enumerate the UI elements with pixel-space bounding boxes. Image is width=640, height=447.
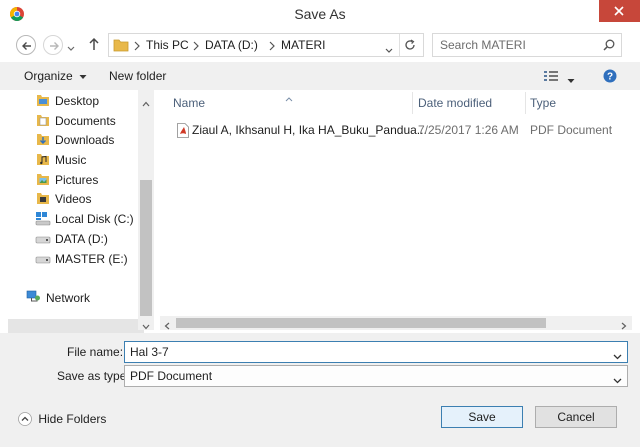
column-header-type[interactable]: Type	[530, 96, 556, 110]
chevron-right-icon	[193, 40, 199, 54]
documents-folder-icon	[36, 114, 50, 130]
column-header-name[interactable]: Name	[173, 96, 205, 110]
up-button[interactable]	[88, 37, 100, 54]
chevron-right-icon	[134, 40, 140, 54]
sort-ascending-icon	[285, 91, 293, 105]
save-button[interactable]: Save	[441, 406, 523, 428]
breadcrumb-this-pc[interactable]: This PC	[146, 38, 189, 52]
drive-icon	[35, 234, 51, 248]
pdf-file-icon	[177, 123, 189, 141]
sidebar-scroll-thumb[interactable]	[140, 180, 152, 316]
address-divider	[399, 34, 400, 56]
save-as-type-value: PDF Document	[130, 369, 213, 383]
file-list-scroll-thumb[interactable]	[176, 318, 546, 328]
hide-folders-label: Hide Folders	[38, 411, 107, 426]
file-name-label: File name:	[67, 345, 124, 359]
forward-button[interactable]	[43, 35, 63, 55]
file-name-field[interactable]: Hal 3-7	[124, 341, 628, 363]
view-dropdown-icon[interactable]	[567, 73, 575, 87]
close-button[interactable]	[599, 0, 640, 22]
arrow-right-icon	[50, 42, 59, 50]
arrow-left-icon	[22, 42, 31, 50]
organize-menu[interactable]: Organize	[24, 69, 87, 83]
sidebar-item-documents[interactable]: Documents	[55, 111, 116, 131]
search-icon[interactable]	[603, 39, 615, 54]
scroll-up-icon[interactable]	[142, 96, 150, 110]
help-icon[interactable]: ?	[603, 69, 617, 86]
desktop-folder-icon	[36, 94, 50, 110]
sidebar-item-videos[interactable]: Videos	[55, 189, 91, 209]
cancel-button[interactable]: Cancel	[535, 406, 617, 428]
close-icon	[614, 6, 624, 16]
music-folder-icon	[36, 153, 50, 169]
address-bar[interactable]: This PC DATA (D:) MATERI	[108, 33, 424, 57]
network-icon	[25, 290, 41, 307]
recent-locations-chevron-icon[interactable]	[67, 41, 75, 55]
sidebar-item-network[interactable]: Network	[46, 288, 90, 308]
new-folder-button[interactable]: New folder	[109, 69, 166, 83]
chevron-up-circle-icon	[18, 411, 32, 426]
sidebar-item-master-e[interactable]: MASTER (E:)	[55, 249, 128, 269]
organize-label: Organize	[24, 69, 73, 83]
folder-icon	[113, 38, 129, 55]
column-divider[interactable]	[412, 92, 413, 114]
save-as-type-dropdown-icon[interactable]	[613, 373, 622, 387]
file-name[interactable]: Ziaul A, Ikhsanul H, Ika HA_Buku_Pandua.…	[192, 123, 427, 137]
sidebar-item-pictures[interactable]: Pictures	[55, 170, 98, 190]
column-divider[interactable]	[525, 92, 526, 114]
sidebar-item-downloads[interactable]: Downloads	[55, 130, 114, 150]
pictures-folder-icon	[36, 173, 50, 189]
sidebar-item-data-d[interactable]: DATA (D:)	[55, 229, 108, 249]
sidebar-item-desktop[interactable]: Desktop	[55, 91, 99, 111]
view-options-icon[interactable]	[544, 70, 558, 85]
file-name-dropdown-icon[interactable]	[613, 349, 622, 363]
hide-folders-toggle[interactable]: Hide Folders	[18, 411, 106, 426]
search-box[interactable]: Search MATERI	[432, 33, 622, 57]
dropdown-arrow-icon	[79, 75, 87, 79]
save-as-type-label: Save as type:	[57, 369, 130, 383]
file-type: PDF Document	[530, 123, 613, 137]
save-as-type-select[interactable]: PDF Document	[124, 365, 628, 387]
sidebar-item-music[interactable]: Music	[55, 150, 86, 170]
table-row[interactable]: Ziaul A, Ikhsanul H, Ika HA_Buku_Pandua.…	[164, 120, 634, 140]
windows-drive-icon	[35, 212, 51, 229]
file-name-input[interactable]: Hal 3-7	[130, 345, 169, 359]
scroll-left-icon[interactable]	[164, 319, 170, 333]
arrow-up-icon	[89, 37, 99, 50]
save-form-panel: File name: Hal 3-7 Save as type: PDF Doc…	[0, 333, 640, 447]
svg-text:?: ?	[607, 72, 613, 83]
back-button[interactable]	[16, 35, 36, 55]
file-date: 7/25/2017 1:26 AM	[418, 123, 519, 137]
window-title: Save As	[294, 6, 346, 22]
search-input[interactable]: Search MATERI	[440, 38, 526, 52]
breadcrumb-materi[interactable]: MATERI	[281, 38, 325, 52]
breadcrumb-data-drive[interactable]: DATA (D:)	[205, 38, 258, 52]
scroll-down-icon[interactable]	[142, 319, 150, 333]
drive-icon	[35, 254, 51, 268]
column-header-date-modified[interactable]: Date modified	[418, 96, 492, 110]
address-dropdown-icon[interactable]	[385, 43, 393, 57]
chevron-right-icon	[269, 40, 275, 54]
command-bar: Organize New folder ?	[0, 62, 640, 90]
downloads-folder-icon	[36, 133, 50, 149]
scroll-right-icon[interactable]	[621, 319, 627, 333]
sidebar-item-local-disk-c[interactable]: Local Disk (C:)	[55, 209, 134, 229]
refresh-icon[interactable]	[404, 39, 416, 54]
videos-folder-icon	[36, 192, 50, 208]
